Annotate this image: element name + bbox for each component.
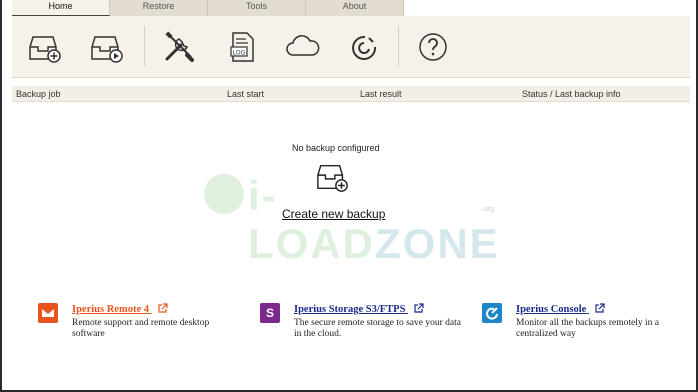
ribbon-separator (398, 26, 399, 66)
watermark-circle (204, 174, 244, 214)
cloud-button[interactable] (280, 24, 326, 70)
col-backup-job[interactable]: Backup job (16, 89, 61, 99)
new-backup-button[interactable] (22, 24, 68, 70)
new-backup-icon (29, 36, 61, 63)
create-backup-icon[interactable] (316, 160, 350, 194)
external-link-icon (595, 303, 605, 313)
job-list-header: Backup job Last start Last result Status… (12, 86, 690, 102)
ribbon-toolbar: LOG (12, 16, 690, 78)
external-link-icon (414, 303, 424, 313)
ribbon-separator (144, 26, 145, 66)
log-button[interactable]: LOG (218, 24, 264, 70)
create-new-backup-link[interactable]: Create new backup (282, 207, 385, 221)
tools-icon (165, 31, 194, 62)
app-window: Home Restore Tools About LOG Backup job … (0, 0, 698, 392)
iperius-console-icon (482, 303, 502, 323)
log-icon: LOG (230, 32, 254, 62)
promo-title-link[interactable]: Iperius Remote 4 (72, 303, 168, 315)
cloud-icon (286, 35, 320, 56)
run-backup-icon (91, 36, 123, 63)
tools-button[interactable] (156, 24, 202, 70)
run-backup-button[interactable] (84, 24, 130, 70)
watermark-suffix: .org (482, 206, 495, 213)
tab-home[interactable]: Home (12, 0, 110, 16)
promo-title-link[interactable]: Iperius Storage S3/FTPS (294, 303, 424, 315)
tab-about[interactable]: About (306, 0, 404, 16)
iperius-remote-icon (38, 303, 58, 323)
promo-description: The secure remote storage to save your d… (294, 318, 461, 339)
tab-bar: Home Restore Tools About (12, 0, 404, 16)
iperius-logo-icon (352, 35, 377, 60)
promo-title-link[interactable]: Iperius Console (516, 303, 605, 315)
iperius-button[interactable] (340, 24, 386, 70)
promo-description: Monitor all the backups remotely in a ce… (516, 318, 659, 339)
tab-restore[interactable]: Restore (110, 0, 208, 16)
col-last-result[interactable]: Last result (360, 89, 402, 99)
external-link-icon (158, 303, 168, 313)
promo-description: Remote support and remote desktop softwa… (72, 318, 210, 339)
help-button[interactable] (410, 24, 456, 70)
help-icon (419, 33, 447, 61)
tab-tools[interactable]: Tools (208, 0, 306, 16)
iperius-storage-icon: S (260, 303, 280, 323)
empty-message: No backup configured (292, 143, 380, 153)
svg-text:LOG: LOG (233, 50, 246, 57)
col-last-start[interactable]: Last start (227, 89, 264, 99)
col-status[interactable]: Status / Last backup info (522, 89, 621, 99)
